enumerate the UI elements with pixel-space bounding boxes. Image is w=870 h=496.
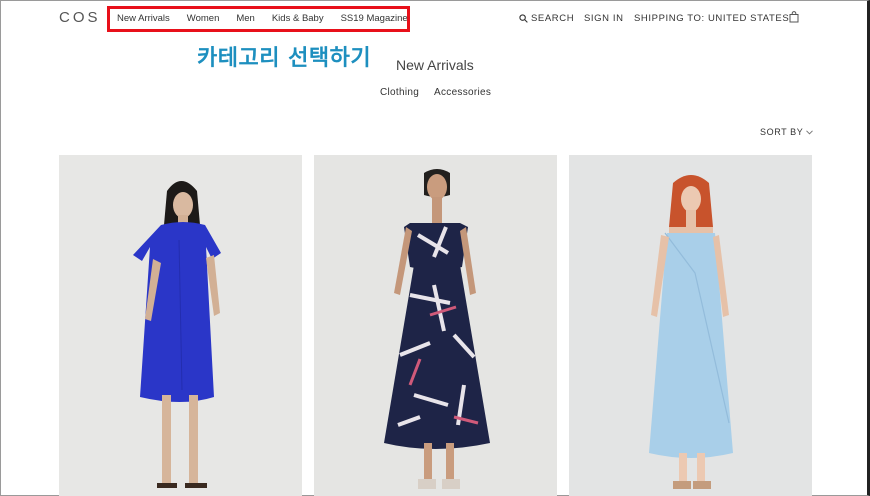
product-card-3[interactable] — [569, 155, 812, 496]
page-title: New Arrivals — [396, 57, 474, 73]
main-nav: New Arrivals Women Men Kids & Baby SS19 … — [117, 13, 425, 24]
nav-item-men[interactable]: Men — [236, 13, 254, 24]
nav-item-women[interactable]: Women — [187, 13, 220, 24]
search-label: SEARCH — [531, 13, 575, 24]
shipping-country-selector[interactable]: SHIPPING TO: UNITED STATES — [634, 13, 789, 24]
nav-item-new-arrivals[interactable]: New Arrivals — [117, 13, 170, 24]
nav-item-ss19-magazine[interactable]: SS19 Magazine — [341, 13, 408, 24]
brand-logo[interactable]: COS — [59, 9, 101, 26]
product-image-light-blue-dress — [569, 155, 812, 496]
sort-by-label: SORT BY — [760, 127, 804, 137]
search-button[interactable]: SEARCH — [519, 13, 574, 24]
shopping-bag-icon[interactable] — [789, 10, 799, 28]
product-card-2[interactable] — [314, 155, 557, 496]
nav-item-kids-baby[interactable]: Kids & Baby — [272, 13, 324, 24]
site-header: COS New Arrivals Women Men Kids & Baby S… — [0, 0, 870, 36]
annotation-overlay-text: 카테고리 선택하기 — [197, 46, 372, 71]
sign-in-link[interactable]: SIGN IN — [584, 13, 624, 24]
chevron-down-icon — [806, 129, 814, 135]
product-image-blue-dress — [59, 155, 302, 496]
subcategory-clothing[interactable]: Clothing — [380, 87, 419, 98]
product-image-print-dress — [314, 155, 557, 496]
search-icon — [519, 14, 528, 23]
subcategory-accessories[interactable]: Accessories — [434, 87, 491, 98]
sort-by-dropdown[interactable]: SORT BY — [760, 127, 814, 137]
product-card-1[interactable] — [59, 155, 302, 496]
